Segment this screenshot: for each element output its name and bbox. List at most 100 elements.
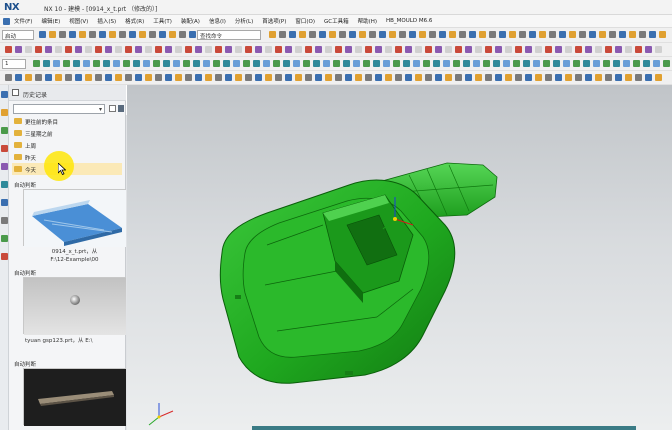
standard-tool-icon[interactable] (599, 31, 606, 38)
selection-tool-icon[interactable] (543, 60, 550, 67)
feature-tool-icon[interactable] (335, 46, 342, 53)
selection-tool-icon[interactable] (633, 60, 640, 67)
view-tool-icon[interactable] (565, 74, 572, 81)
selection-tool-icon[interactable] (253, 60, 260, 67)
selection-tool-icon[interactable] (363, 60, 370, 67)
selection-tool-icon[interactable] (523, 60, 530, 67)
standard-tool-icon[interactable] (49, 31, 56, 38)
selection-tool-icon[interactable] (153, 60, 160, 67)
standard-tool-icon[interactable] (389, 31, 396, 38)
feature-tool-icon[interactable] (595, 46, 602, 53)
view-tool-icon[interactable] (415, 74, 422, 81)
standard-tool-icon[interactable] (419, 31, 426, 38)
view-tool-icon[interactable] (545, 74, 552, 81)
selection-tool-icon[interactable] (583, 60, 590, 67)
feature-tool-icon[interactable] (205, 46, 212, 53)
feature-tool-icon[interactable] (95, 46, 102, 53)
selection-tool-icon[interactable] (173, 60, 180, 67)
view-tool-icon[interactable] (495, 74, 502, 81)
standard-tool-icon[interactable] (359, 31, 366, 38)
view-tool-icon[interactable] (245, 74, 252, 81)
menu-assembly[interactable]: 装配(A) (181, 17, 200, 25)
feature-tool-icon[interactable] (185, 46, 192, 53)
feature-tool-icon[interactable] (225, 46, 232, 53)
view-tool-icon[interactable] (125, 74, 132, 81)
resource-bar-icon[interactable] (1, 109, 8, 116)
menu-icon[interactable] (3, 17, 10, 25)
selection-tool-icon[interactable] (413, 60, 420, 67)
selection-tool-icon[interactable] (43, 60, 50, 67)
feature-tool-icon[interactable] (375, 46, 382, 53)
resource-bar-icon[interactable] (1, 91, 8, 98)
view-tool-icon[interactable] (305, 74, 312, 81)
selection-tool-icon[interactable] (63, 60, 70, 67)
standard-tool-icon[interactable] (399, 31, 406, 38)
menu-hb-mould[interactable]: HB_MOULD M6.6 (386, 18, 432, 24)
view-tool-icon[interactable] (615, 74, 622, 81)
view-tool-icon[interactable] (15, 74, 22, 81)
selection-tool-icon[interactable] (183, 60, 190, 67)
view-tool-icon[interactable] (355, 74, 362, 81)
standard-tool-icon[interactable] (179, 31, 186, 38)
standard-tool-icon[interactable] (469, 31, 476, 38)
selection-tool-icon[interactable] (463, 60, 470, 67)
feature-tool-icon[interactable] (365, 46, 372, 53)
selection-tool-icon[interactable] (623, 60, 630, 67)
selection-tool-icon[interactable] (503, 60, 510, 67)
feature-tool-icon[interactable] (415, 46, 422, 53)
standard-tool-icon[interactable] (489, 31, 496, 38)
standard-tool-icon[interactable] (369, 31, 376, 38)
standard-tool-icon[interactable] (649, 31, 656, 38)
standard-tool-icon[interactable] (169, 31, 176, 38)
feature-tool-icon[interactable] (625, 46, 632, 53)
selection-tool-icon[interactable] (483, 60, 490, 67)
view-tool-icon[interactable] (425, 74, 432, 81)
selection-tool-icon[interactable] (73, 60, 80, 67)
feature-tool-icon[interactable] (325, 46, 332, 53)
standard-tool-icon[interactable] (559, 31, 566, 38)
view-tool-icon[interactable] (135, 74, 142, 81)
standard-tool-icon[interactable] (159, 31, 166, 38)
feature-tool-icon[interactable] (355, 46, 362, 53)
feature-tool-icon[interactable] (495, 46, 502, 53)
view-tool-icon[interactable] (605, 74, 612, 81)
selection-tool-icon[interactable] (323, 60, 330, 67)
standard-tool-icon[interactable] (429, 31, 436, 38)
standard-tool-icon[interactable] (499, 31, 506, 38)
selection-tool-icon[interactable] (493, 60, 500, 67)
history-filter-dropdown[interactable]: ▾ (13, 104, 105, 114)
feature-tool-icon[interactable] (465, 46, 472, 53)
standard-tool-icon[interactable] (549, 31, 556, 38)
view-tool-icon[interactable] (435, 74, 442, 81)
view-tool-icon[interactable] (315, 74, 322, 81)
feature-tool-icon[interactable] (555, 46, 562, 53)
view-tool-icon[interactable] (275, 74, 282, 81)
view-tool-icon[interactable] (265, 74, 272, 81)
menu-tools[interactable]: 工具(T) (153, 17, 172, 25)
view-tool-icon[interactable] (625, 74, 632, 81)
standard-tool-icon[interactable] (109, 31, 116, 38)
view-tool-icon[interactable] (195, 74, 202, 81)
standard-tool-icon[interactable] (129, 31, 136, 38)
feature-tool-icon[interactable] (55, 46, 62, 53)
standard-tool-icon[interactable] (449, 31, 456, 38)
selection-tool-icon[interactable] (373, 60, 380, 67)
feature-tool-icon[interactable] (45, 46, 52, 53)
feature-tool-icon[interactable] (305, 46, 312, 53)
view-tool-icon[interactable] (385, 74, 392, 81)
selection-tool-icon[interactable] (663, 60, 670, 67)
resource-bar-icon[interactable] (1, 199, 8, 206)
selection-tool-icon[interactable] (473, 60, 480, 67)
resource-bar-icon[interactable] (1, 127, 8, 134)
feature-tool-icon[interactable] (235, 46, 242, 53)
menu-view[interactable]: 视图(V) (69, 17, 88, 25)
feature-tool-icon[interactable] (425, 46, 432, 53)
selection-tool-icon[interactable] (593, 60, 600, 67)
selection-tool-icon[interactable] (293, 60, 300, 67)
selection-tool-icon[interactable] (613, 60, 620, 67)
feature-tool-icon[interactable] (635, 46, 642, 53)
graphics-viewport[interactable] (127, 85, 672, 430)
view-tool-icon[interactable] (145, 74, 152, 81)
standard-tool-icon[interactable] (339, 31, 346, 38)
feature-tool-icon[interactable] (25, 46, 32, 53)
